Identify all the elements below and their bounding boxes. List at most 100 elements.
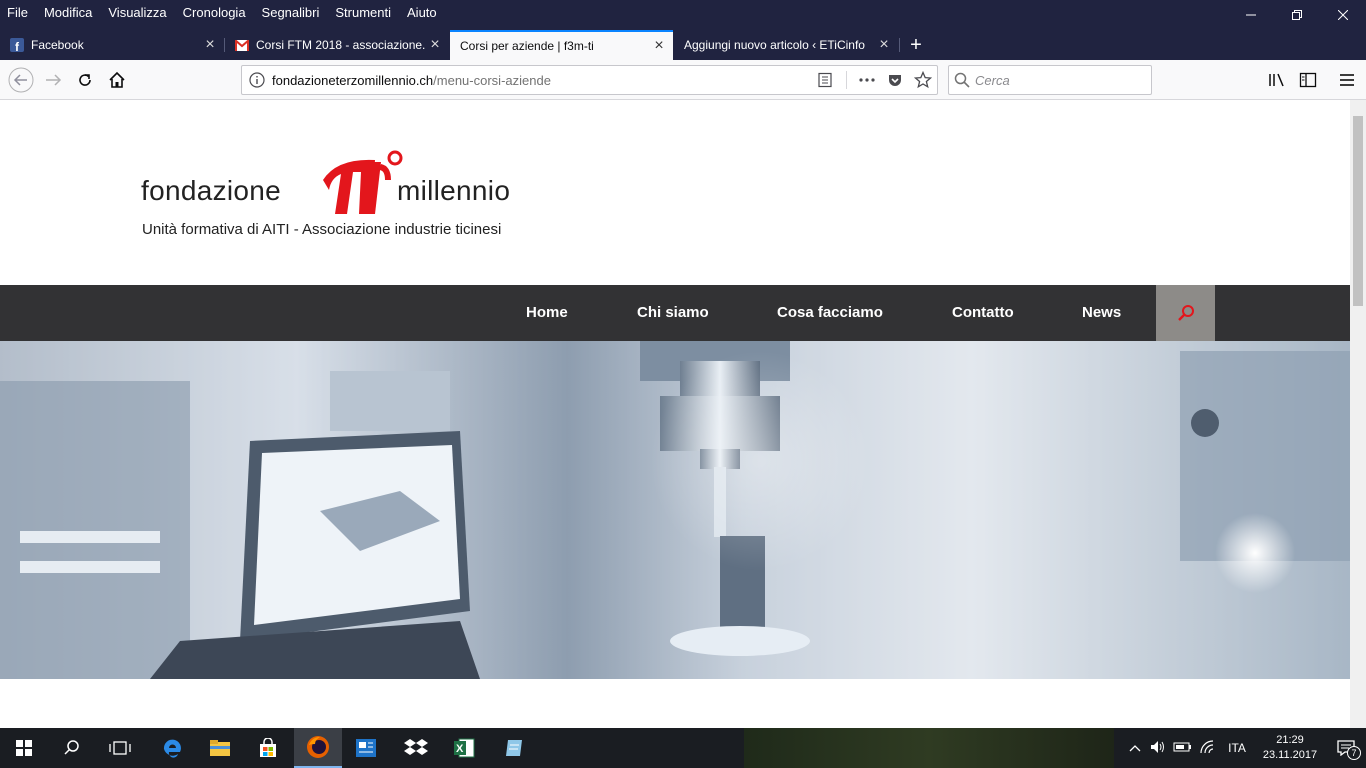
close-icon xyxy=(1338,10,1348,20)
close-tab-icon[interactable]: × xyxy=(649,37,669,55)
forward-button[interactable] xyxy=(39,66,67,94)
site-navigation: Home Chi siamo Cosa facciamo Contatto Ne… xyxy=(0,285,1350,341)
taskbar-app-notes[interactable] xyxy=(490,728,538,768)
tab-label: Corsi FTM 2018 - associazione.a xyxy=(256,38,425,52)
search-bar[interactable]: Cerca xyxy=(948,65,1152,95)
site-info-icon[interactable] xyxy=(242,72,272,88)
menu-button[interactable] xyxy=(1333,66,1361,94)
tab-corsi-aziende[interactable]: Corsi per aziende | f3m-ti × xyxy=(450,30,673,60)
tab-label: Corsi per aziende | f3m-ti xyxy=(460,39,594,53)
search-icon xyxy=(1177,305,1194,321)
library-button[interactable] xyxy=(1263,66,1291,94)
navigation-toolbar: fondazioneterzomillennio.ch/menu-corsi-a… xyxy=(0,60,1366,100)
page-actions-icon[interactable] xyxy=(853,77,881,83)
maximize-button[interactable] xyxy=(1274,0,1320,30)
nav-cosa-facciamo[interactable]: Cosa facciamo xyxy=(777,285,883,341)
store-bag-icon xyxy=(260,738,276,757)
tab-strip: f Facebook × Corsi FTM 2018 - associazio… xyxy=(0,30,1366,60)
notepad-icon xyxy=(506,740,522,756)
nav-news[interactable]: News xyxy=(1082,285,1121,341)
task-view-button[interactable] xyxy=(96,728,144,768)
menu-bar: File Modifica Visualizza Cronologia Segn… xyxy=(0,0,453,24)
taskbar-excel[interactable]: X xyxy=(440,728,488,768)
wifi-icon[interactable] xyxy=(1196,739,1220,757)
menu-strumenti[interactable]: Strumenti xyxy=(335,5,391,20)
close-window-button[interactable] xyxy=(1320,0,1366,30)
window-controls xyxy=(1228,0,1366,30)
tab-facebook[interactable]: f Facebook × xyxy=(0,30,224,60)
url-bar[interactable]: fondazioneterzomillennio.ch/menu-corsi-a… xyxy=(241,65,938,95)
page-scrollbar[interactable] xyxy=(1350,100,1366,728)
new-tab-button[interactable]: + xyxy=(902,30,930,60)
scrollbar-thumb[interactable] xyxy=(1353,116,1363,306)
back-arrow-icon xyxy=(8,67,34,93)
tab-aggiungi-articolo[interactable]: Aggiungi nuovo articolo ‹ ETiCinfo × xyxy=(674,30,898,60)
reload-icon xyxy=(79,74,91,86)
minimize-button[interactable] xyxy=(1228,0,1274,30)
back-button[interactable] xyxy=(7,66,35,94)
site-logo[interactable]: fondazione millennio Unità formativa di … xyxy=(141,150,541,245)
close-tab-icon[interactable]: × xyxy=(425,36,445,54)
tab-separator xyxy=(899,38,900,52)
system-clock[interactable]: 21:29 23.11.2017 xyxy=(1254,733,1326,763)
window-titlebar: File Modifica Visualizza Cronologia Segn… xyxy=(0,0,1366,30)
home-icon xyxy=(109,71,125,88)
home-button[interactable] xyxy=(103,66,131,94)
svg-text:X: X xyxy=(456,743,464,755)
start-button[interactable] xyxy=(0,728,48,768)
action-center-button[interactable]: 7 xyxy=(1326,740,1366,760)
taskbar-background xyxy=(744,728,1114,768)
windows-logo-icon xyxy=(16,740,32,756)
plus-icon: + xyxy=(910,33,922,56)
taskbar-file-explorer[interactable] xyxy=(196,728,244,768)
dropbox-icon xyxy=(404,739,428,755)
cnc-machine-illustration xyxy=(0,341,1350,679)
tab-gmail[interactable]: Corsi FTM 2018 - associazione.a × xyxy=(225,30,449,60)
pocket-icon[interactable] xyxy=(881,72,909,88)
logo-word-millennio: millennio xyxy=(397,175,511,206)
reader-view-icon[interactable] xyxy=(811,72,839,88)
nav-home[interactable]: Home xyxy=(526,285,568,341)
taskbar-app-news[interactable] xyxy=(342,728,390,768)
url-separator xyxy=(839,71,853,89)
show-hidden-icons-icon[interactable] xyxy=(1124,741,1146,755)
hero-banner-image xyxy=(0,341,1350,679)
windows-taskbar: X ITA 21:29 23.11.2017 7 xyxy=(0,728,1366,768)
task-view-icon xyxy=(109,741,131,755)
hamburger-icon xyxy=(1340,74,1354,86)
menu-cronologia[interactable]: Cronologia xyxy=(183,5,246,20)
logo-mark-icon xyxy=(323,150,403,214)
reload-button[interactable] xyxy=(71,66,99,94)
sidebar-icon xyxy=(1299,72,1317,88)
language-indicator[interactable]: ITA xyxy=(1220,741,1254,755)
menu-modifica[interactable]: Modifica xyxy=(44,5,92,20)
taskbar-firefox[interactable] xyxy=(294,728,342,768)
menu-segnalibri[interactable]: Segnalibri xyxy=(262,5,320,20)
menu-visualizza[interactable]: Visualizza xyxy=(108,5,166,20)
forward-arrow-icon xyxy=(46,74,62,86)
news-app-icon xyxy=(356,739,376,757)
taskbar-edge[interactable] xyxy=(148,728,196,768)
menu-file[interactable]: File xyxy=(7,5,28,20)
edge-icon xyxy=(163,739,181,758)
taskbar-dropbox[interactable] xyxy=(392,728,440,768)
nav-chi-siamo[interactable]: Chi siamo xyxy=(637,285,709,341)
nav-contatto[interactable]: Contatto xyxy=(952,285,1014,341)
close-tab-icon[interactable]: × xyxy=(200,36,220,54)
battery-icon[interactable] xyxy=(1170,741,1196,756)
site-search-button[interactable] xyxy=(1156,285,1215,341)
library-icon xyxy=(1269,73,1284,87)
menu-aiuto[interactable]: Aiuto xyxy=(407,5,437,20)
taskbar-store[interactable] xyxy=(244,728,292,768)
sidebar-button[interactable] xyxy=(1294,66,1322,94)
minimize-icon xyxy=(1246,14,1256,16)
close-tab-icon[interactable]: × xyxy=(874,36,894,54)
taskbar-search-button[interactable] xyxy=(48,728,96,768)
system-tray: ITA 21:29 23.11.2017 7 xyxy=(1124,728,1366,768)
bookmark-star-icon[interactable] xyxy=(909,71,937,89)
excel-icon: X xyxy=(454,738,475,758)
volume-icon[interactable] xyxy=(1146,740,1170,757)
url-actions xyxy=(811,66,937,94)
web-page: fondazione millennio Unità formativa di … xyxy=(0,100,1350,728)
restore-icon xyxy=(1292,10,1302,20)
